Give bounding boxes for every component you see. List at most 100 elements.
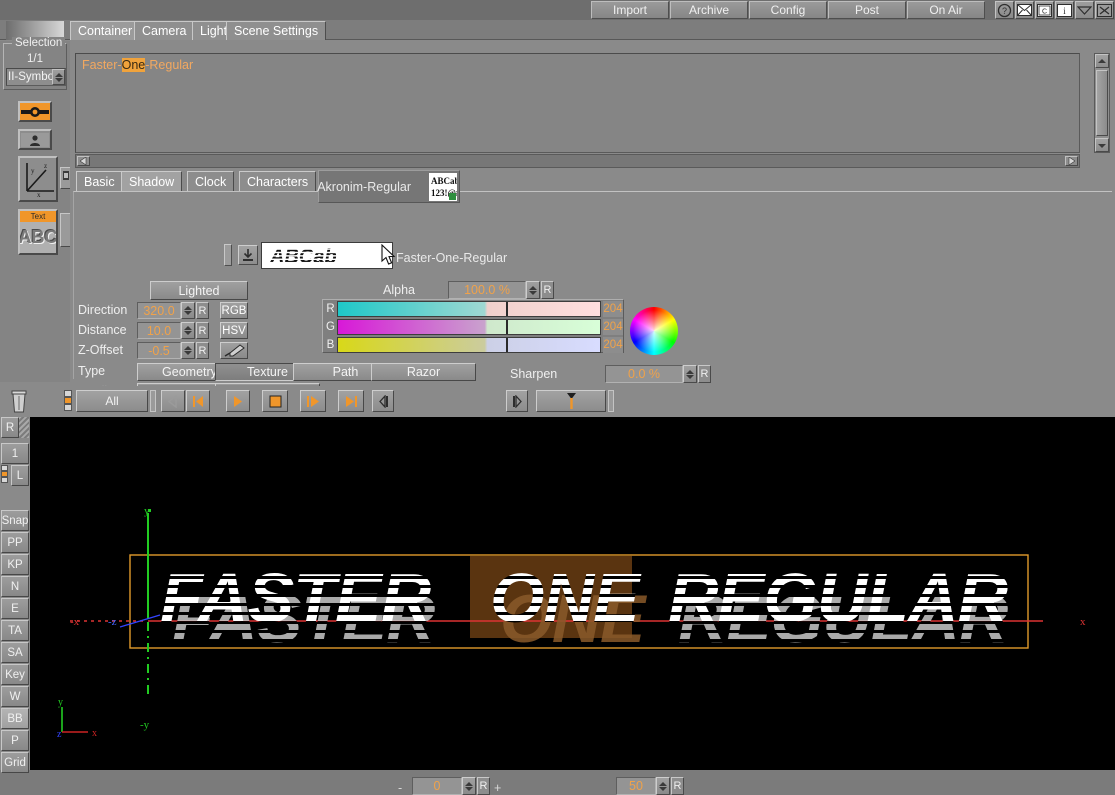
tab-camera[interactable]: Camera — [134, 21, 195, 40]
text-object-button[interactable]: Text ABC — [18, 209, 58, 255]
subtab-clock[interactable]: Clock — [187, 171, 235, 192]
selection-object-field[interactable]: II-Symbol — [6, 68, 66, 86]
distance-stepper[interactable] — [181, 322, 195, 339]
direction-value-field[interactable]: 320.0 — [137, 302, 181, 319]
step-back-button[interactable] — [161, 390, 185, 412]
menu-on-air[interactable]: On Air — [907, 1, 985, 19]
channel-b-knob[interactable] — [506, 338, 508, 352]
play-button[interactable] — [226, 390, 250, 412]
go-to-start-button[interactable] — [186, 390, 210, 412]
tool-light[interactable]: L — [11, 465, 29, 486]
key-right-icon[interactable] — [506, 390, 528, 412]
sharpen-value-field[interactable]: 0.0 % — [605, 365, 683, 383]
scroll-right-arrow-icon[interactable] — [1065, 156, 1078, 166]
scroll-thumb[interactable] — [1096, 70, 1108, 136]
subtab-shadow[interactable]: Shadow — [121, 171, 183, 192]
duration-stepper[interactable] — [656, 777, 670, 795]
eyedropper-icon[interactable] — [220, 342, 248, 359]
channel-b-slider[interactable] — [337, 337, 601, 353]
frame-number-field[interactable]: 0 — [412, 777, 462, 795]
layer-leds[interactable] — [1, 465, 8, 486]
trash-icon[interactable] — [8, 388, 30, 414]
tool-pp[interactable]: PP — [1, 532, 29, 553]
tool-e[interactable]: E — [1, 598, 29, 619]
tool-key[interactable]: Key — [1, 664, 29, 685]
play-to-next-button[interactable] — [300, 390, 326, 412]
direction-stepper[interactable] — [181, 302, 195, 319]
subtab-basic[interactable]: Basic — [76, 171, 123, 192]
channel-g-knob[interactable] — [506, 320, 508, 334]
viewport-canvas[interactable]: y -y -x x -z FASTER ONE REGULAR FASTER O… — [30, 417, 1115, 770]
font-option-akronim[interactable]: Akronim-Regular ABCab 123!@# — [317, 171, 459, 202]
key-left-icon[interactable] — [372, 390, 394, 412]
help-icon[interactable]: ? — [995, 1, 1014, 19]
scroll-down-arrow-icon[interactable] — [1095, 138, 1109, 152]
alpha-reset-button[interactable]: R — [541, 281, 554, 299]
frame-reset-button[interactable]: R — [477, 777, 490, 795]
z-offset-reset-button[interactable]: R — [196, 342, 209, 359]
color-mode-rgb-button[interactable]: RGB — [220, 302, 248, 319]
distance-reset-button[interactable]: R — [196, 322, 209, 339]
menu-config[interactable]: Config — [749, 1, 827, 19]
visibility-toggle-button[interactable] — [18, 101, 52, 122]
sharpen-reset-button[interactable]: R — [698, 365, 711, 383]
tool-snap[interactable]: Snap — [1, 510, 29, 531]
z-offset-value-field[interactable]: -0.5 — [137, 342, 181, 359]
transform-axis-button[interactable]: y z x — [18, 156, 58, 202]
distance-value-field[interactable]: 10.0 — [137, 322, 181, 339]
tool-render[interactable]: R — [1, 417, 19, 438]
font-load-button[interactable] — [238, 245, 258, 265]
tab-container[interactable]: Container — [70, 21, 141, 40]
tool-view-1[interactable]: 1 — [1, 443, 29, 464]
color-mode-hsv-button[interactable]: HSV — [220, 322, 248, 339]
container-icon-button[interactable] — [18, 129, 52, 150]
scroll-left-arrow-icon[interactable] — [77, 156, 90, 166]
channel-r-value[interactable]: 204 — [603, 301, 623, 317]
tool-bb[interactable]: BB — [1, 708, 29, 729]
tool-ta[interactable]: TA — [1, 620, 29, 641]
tool-kp[interactable]: KP — [1, 554, 29, 575]
console-icon[interactable]: C — [1035, 1, 1054, 19]
font-preview-thumbnail[interactable]: ABCab — [261, 242, 393, 269]
channel-g-slider[interactable] — [337, 319, 601, 335]
selection-stepper[interactable] — [52, 69, 65, 85]
stop-button[interactable] — [262, 390, 288, 412]
minimize-icon[interactable] — [1075, 1, 1094, 19]
channel-r-knob[interactable] — [506, 302, 508, 316]
menu-post[interactable]: Post — [828, 1, 906, 19]
all-button[interactable]: All — [76, 390, 148, 412]
alpha-stepper[interactable] — [526, 281, 540, 299]
duration-field[interactable]: 50 — [616, 777, 656, 795]
direction-reset-button[interactable]: R — [196, 302, 209, 319]
text-input-area[interactable]: Faster-One-Regular — [75, 53, 1080, 153]
sharpen-stepper[interactable] — [683, 365, 697, 383]
menu-archive[interactable]: Archive — [670, 1, 748, 19]
info-icon[interactable]: i — [1055, 1, 1074, 19]
text-area-vertical-scrollbar[interactable] — [1094, 53, 1110, 153]
tool-n[interactable]: N — [1, 576, 29, 597]
close-icon[interactable] — [1095, 1, 1114, 19]
tool-sa[interactable]: SA — [1, 642, 29, 663]
z-offset-stepper[interactable] — [181, 342, 195, 359]
tab-scene-settings[interactable]: Scene Settings — [226, 21, 327, 40]
font-slot-indicator[interactable] — [224, 244, 232, 266]
subtab-characters[interactable]: Characters — [239, 171, 317, 192]
frame-stepper[interactable] — [462, 777, 476, 795]
channel-b-value[interactable]: 204 — [603, 337, 623, 353]
duration-reset-button[interactable]: R — [671, 777, 684, 795]
tool-p[interactable]: P — [1, 730, 29, 751]
type-razor-button[interactable]: Razor — [371, 363, 476, 381]
mail-icon[interactable] — [1015, 1, 1034, 19]
font-dropdown-menu[interactable]: Akronim-Regular ABCab 123!@# — [317, 170, 460, 203]
menu-import[interactable]: Import — [591, 1, 669, 19]
text-area-horizontal-scrollbar[interactable] — [75, 154, 1080, 168]
time-cursor-icon[interactable] — [536, 390, 606, 412]
channel-g-value[interactable]: 204 — [603, 319, 623, 335]
tool-w[interactable]: W — [1, 686, 29, 707]
alpha-value-field[interactable]: 100.0 % — [448, 281, 526, 299]
scroll-up-arrow-icon[interactable] — [1095, 54, 1109, 68]
lighted-toggle-button[interactable]: Lighted — [150, 281, 248, 300]
layer-indicator[interactable] — [64, 390, 72, 412]
go-to-end-button[interactable] — [338, 390, 364, 412]
color-wheel[interactable] — [630, 307, 678, 355]
